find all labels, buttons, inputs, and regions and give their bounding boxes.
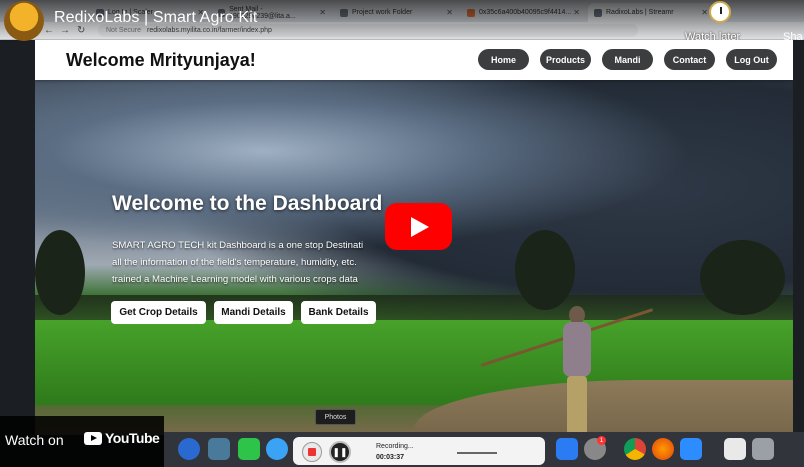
- watch-later-icon[interactable]: [709, 1, 731, 23]
- document-icon[interactable]: [724, 438, 746, 460]
- tree-image: [700, 240, 785, 315]
- mandi-details-button[interactable]: Mandi Details: [214, 301, 293, 324]
- facetime-icon[interactable]: [238, 438, 260, 460]
- volume-slider[interactable]: [457, 452, 497, 454]
- nav-home-button[interactable]: Home: [478, 49, 529, 70]
- video-title[interactable]: RedixoLabs | Smart Agro Kit: [54, 9, 257, 27]
- recording-status: Recording...: [376, 443, 414, 450]
- messages-icon[interactable]: [266, 438, 288, 460]
- nav-mandi-button[interactable]: Mandi: [602, 49, 653, 70]
- nav-contact-button[interactable]: Contact: [664, 49, 715, 70]
- pause-record-button[interactable]: ❚❚: [329, 441, 351, 463]
- youtube-logo-icon: [84, 432, 102, 445]
- folder-icon: [340, 8, 348, 17]
- farmer-figure: [480, 306, 654, 435]
- tree-image: [35, 230, 85, 315]
- nav-products-button[interactable]: Products: [540, 49, 591, 70]
- app-store-icon[interactable]: [556, 438, 578, 460]
- tree-image: [515, 230, 575, 310]
- back-icon[interactable]: ←: [44, 25, 54, 36]
- url-text: redixolabs.myilita.co.in/farmer/index.ph…: [147, 27, 272, 34]
- firefox-icon[interactable]: [652, 438, 674, 460]
- close-icon[interactable]: ✕: [573, 8, 580, 17]
- recording-timer: 00:03:37: [376, 454, 405, 461]
- channel-avatar[interactable]: [4, 1, 44, 41]
- close-icon[interactable]: ✕: [446, 8, 453, 17]
- diamond-icon: [467, 8, 475, 17]
- nav-logout-button[interactable]: Log Out: [726, 49, 777, 70]
- watch-on-label: Watch on: [5, 432, 64, 448]
- youtube-wordmark: YouTube: [105, 430, 160, 446]
- tab-hash[interactable]: 0x35c6a400b40095c9f4414... ✕: [461, 3, 586, 22]
- not-secure-label: Not Secure: [106, 27, 142, 34]
- stop-record-button[interactable]: [302, 442, 322, 462]
- dock-tooltip: Photos: [315, 409, 356, 425]
- safari-icon[interactable]: [178, 438, 200, 460]
- dashboard-description: SMART AGRO TECH kit Dashboard is a one s…: [112, 240, 364, 285]
- notification-badge: 1: [597, 436, 606, 445]
- close-icon[interactable]: ✕: [701, 8, 708, 17]
- watch-on-youtube-button[interactable]: Watch on YouTube: [0, 416, 164, 467]
- photos-icon[interactable]: [208, 438, 230, 460]
- dashboard-title: Welcome to the Dashboard: [112, 192, 383, 215]
- favicon-icon: [594, 8, 602, 17]
- play-button-icon[interactable]: [385, 203, 452, 250]
- welcome-heading: Welcome Mrityunjaya!: [66, 50, 256, 70]
- tab-radixolabs[interactable]: RadixoLabs | Streamr ✕: [588, 3, 714, 22]
- hero-background: Welcome to the Dashboard SMART AGRO TECH…: [35, 80, 793, 435]
- site-header: Welcome Mrityunjaya! Home Products Mandi…: [35, 40, 793, 80]
- close-icon[interactable]: ✕: [319, 8, 326, 17]
- tab-project-folder[interactable]: Project work Folder ✕: [334, 3, 459, 22]
- trash-icon[interactable]: [752, 438, 774, 460]
- zoom-icon[interactable]: [680, 438, 702, 460]
- bank-details-button[interactable]: Bank Details: [301, 301, 376, 324]
- chrome-icon[interactable]: [624, 438, 646, 460]
- get-crop-details-button[interactable]: Get Crop Details: [111, 301, 206, 324]
